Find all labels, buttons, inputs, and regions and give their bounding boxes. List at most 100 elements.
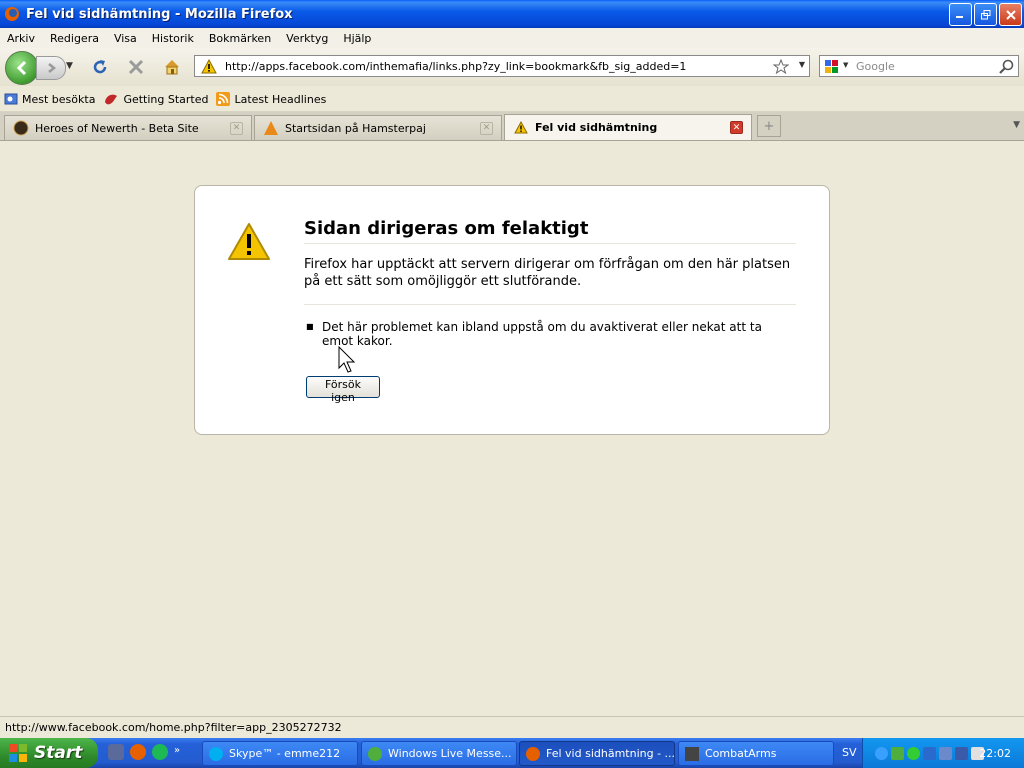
combatarms-icon <box>685 746 699 761</box>
plus-icon: + <box>763 118 775 134</box>
error-container: Sidan dirigeras om felaktigt Firefox har… <box>194 185 830 435</box>
url-dropdown-icon[interactable]: ▼ <box>799 60 805 69</box>
bookmarks-toolbar: Mest besökta Getting Started Latest Head… <box>0 87 1024 112</box>
stop-button[interactable] <box>125 56 147 78</box>
error-description: Firefox har upptäckt att servern diriger… <box>304 256 796 305</box>
messenger-icon <box>368 746 382 761</box>
tab-close-icon[interactable]: ✕ <box>230 121 243 135</box>
back-button[interactable] <box>5 51 39 85</box>
firefox-bookmark-icon <box>105 94 118 105</box>
menu-hjalp[interactable]: Hjälp <box>336 32 379 45</box>
tray-network2-icon[interactable] <box>939 746 952 760</box>
tray-network-icon[interactable] <box>923 746 936 760</box>
bookmark-getting-started[interactable]: Getting Started <box>103 92 208 106</box>
menu-arkiv[interactable]: Arkiv <box>0 32 43 45</box>
quick-launch: » <box>108 744 180 760</box>
url-bar[interactable]: http://apps.facebook.com/inthemafia/link… <box>194 55 810 77</box>
home-icon <box>165 60 179 75</box>
smart-folder-icon <box>4 93 18 105</box>
tab-close-icon[interactable]: ✕ <box>480 121 493 135</box>
restore-button[interactable] <box>974 3 997 26</box>
windows-logo-icon <box>9 744 27 762</box>
tray-expand-icon[interactable] <box>875 746 888 760</box>
warning-icon <box>228 223 270 260</box>
task-label: CombatArms <box>705 747 777 760</box>
tray-messenger-icon[interactable] <box>891 746 904 760</box>
error-suggestions: Det här problemet kan ibland uppstå om d… <box>304 320 774 348</box>
stop-icon <box>128 59 144 75</box>
retry-button[interactable]: Försök igen <box>306 376 380 404</box>
google-engine-icon[interactable] <box>824 59 842 75</box>
taskbar: Start » Skype™ - emme212 Windows Live Me… <box>0 738 1024 768</box>
reload-button[interactable] <box>89 56 111 78</box>
clock[interactable]: 22:02 <box>979 747 1011 760</box>
task-firefox[interactable]: Fel vid sidhämtning - ... <box>519 741 675 766</box>
tab-label: Startsidan på Hamsterpaj <box>285 121 426 135</box>
warning-icon <box>513 120 529 136</box>
task-combatarms[interactable]: CombatArms <box>678 741 834 766</box>
warning-icon <box>201 59 217 74</box>
bookmark-latest-headlines[interactable]: Latest Headlines <box>216 92 326 106</box>
restore-icon <box>980 9 990 19</box>
tab-label: Fel vid sidhämtning <box>535 121 658 134</box>
menu-bar: Arkiv Redigera Visa Historik Bokmärken V… <box>0 28 1024 48</box>
minimize-icon <box>956 16 963 18</box>
quick-launch-spotify-icon[interactable] <box>152 744 168 760</box>
menu-verktyg[interactable]: Verktyg <box>279 32 336 45</box>
search-bar[interactable]: ▼ Google <box>819 55 1019 77</box>
bookmark-mest-besokta[interactable]: Mest besökta <box>4 92 95 106</box>
url-text: http://apps.facebook.com/inthemafia/link… <box>225 59 687 73</box>
quick-launch-app-icon[interactable] <box>108 744 124 760</box>
tab-label: Heroes of Newerth - Beta Site <box>35 121 199 135</box>
forward-arrow-icon <box>48 63 57 73</box>
hamsterpaj-favicon-icon <box>263 120 279 136</box>
bookmark-star-icon[interactable] <box>773 59 789 74</box>
error-title: Sidan dirigeras om felaktigt <box>304 218 796 244</box>
history-dropdown-icon[interactable]: ▼ <box>66 61 73 71</box>
forward-button[interactable] <box>36 56 66 80</box>
firefox-icon <box>5 7 19 21</box>
status-text: http://www.facebook.com/home.php?filter=… <box>5 720 342 734</box>
search-engine-dropdown-icon[interactable]: ▼ <box>843 61 848 69</box>
search-icon[interactable] <box>999 59 1014 74</box>
tray-security-icon[interactable] <box>907 746 920 760</box>
bookmark-label: Latest Headlines <box>234 92 327 106</box>
tab-fel-vid-sidhamtning[interactable]: Fel vid sidhämtning ✕ <box>504 114 752 140</box>
status-bar: http://www.facebook.com/home.php?filter=… <box>0 716 1024 737</box>
menu-historik[interactable]: Historik <box>145 32 202 45</box>
quick-launch-expand-icon[interactable]: » <box>174 744 180 760</box>
new-tab-button[interactable]: + <box>757 115 781 137</box>
language-indicator[interactable]: SV <box>842 746 857 759</box>
home-button[interactable] <box>161 56 183 78</box>
minimize-button[interactable] <box>949 3 972 26</box>
tab-hamsterpaj[interactable]: Startsidan på Hamsterpaj ✕ <box>254 115 502 140</box>
skype-icon <box>209 746 223 761</box>
search-placeholder: Google <box>856 59 895 73</box>
quick-launch-firefox-icon[interactable] <box>130 744 146 760</box>
tab-close-icon[interactable]: ✕ <box>730 121 743 134</box>
menu-redigera[interactable]: Redigera <box>43 32 107 45</box>
task-skype[interactable]: Skype™ - emme212 <box>202 741 358 766</box>
start-button[interactable]: Start <box>0 738 98 768</box>
tray-app-icon[interactable] <box>955 746 968 760</box>
bookmark-label: Getting Started <box>123 92 209 106</box>
back-arrow-icon <box>16 60 27 76</box>
close-window-button[interactable] <box>999 3 1022 26</box>
tab-list-dropdown-icon[interactable]: ▼ <box>1013 120 1020 130</box>
task-windows-live-messenger[interactable]: Windows Live Messe... <box>361 741 517 766</box>
task-label: Skype™ - emme212 <box>229 747 341 760</box>
rss-feed-icon <box>216 92 231 106</box>
start-label: Start <box>34 743 83 763</box>
reload-icon <box>93 60 107 74</box>
window-titlebar[interactable]: Fel vid sidhämtning - Mozilla Firefox <box>0 0 1024 28</box>
menu-bokmarken[interactable]: Bokmärken <box>202 32 279 45</box>
system-tray: 22:02 <box>862 738 1024 768</box>
close-icon <box>1005 9 1016 20</box>
bookmark-label: Mest besökta <box>22 92 96 106</box>
firefox-icon <box>526 746 540 761</box>
error-suggestion-item: Det här problemet kan ibland uppstå om d… <box>304 320 774 348</box>
hon-favicon-icon <box>13 120 29 136</box>
task-label: Windows Live Messe... <box>388 747 512 760</box>
tab-heroes-of-newerth[interactable]: Heroes of Newerth - Beta Site ✕ <box>4 115 252 140</box>
menu-visa[interactable]: Visa <box>107 32 145 45</box>
